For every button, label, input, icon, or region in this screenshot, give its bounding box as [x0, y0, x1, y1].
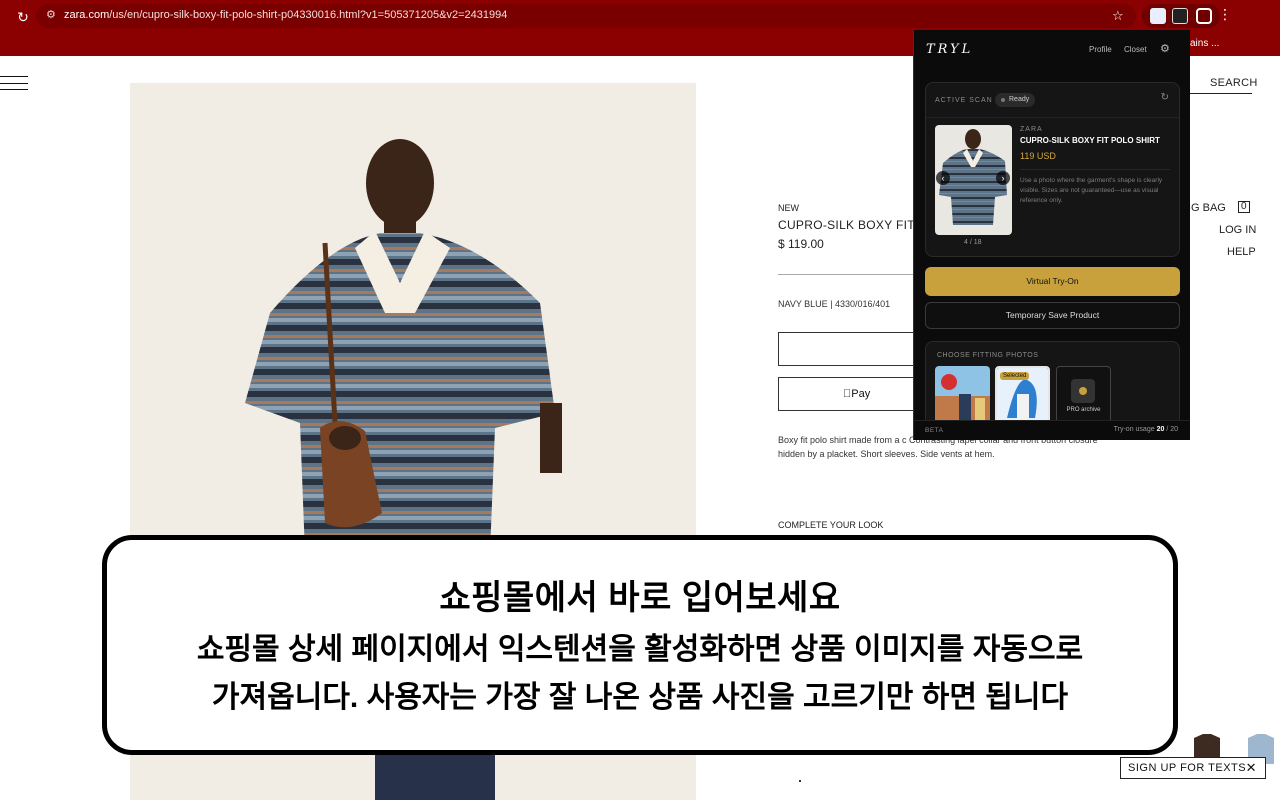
login-link[interactable]: LOG IN: [1219, 224, 1256, 236]
tryon-usage: Try-on usage 20 / 20: [1113, 426, 1178, 433]
address-bar[interactable]: ⚙ zara.com/us/en/cupro-silk-boxy-fit-pol…: [36, 4, 1136, 28]
search-link[interactable]: SEARCH: [1210, 77, 1258, 89]
bag-count-badge[interactable]: 0: [1238, 201, 1250, 213]
bookmark-star-icon[interactable]: ☆: [1112, 8, 1124, 24]
selected-badge: Selected: [1000, 372, 1030, 380]
scanned-product-title: CUPRO-SILK BOXY FIT POLO SHIRT: [1020, 136, 1160, 145]
pro-archive-label: PRO archive: [1066, 407, 1101, 413]
site-info-icon[interactable]: ⚙: [46, 8, 56, 21]
menu-hamburger-icon[interactable]: [0, 76, 28, 90]
active-scan-label: ACTIVE SCAN: [935, 97, 993, 104]
temporary-save-button[interactable]: Temporary Save Product: [925, 302, 1180, 329]
refresh-icon[interactable]: ↻: [1161, 92, 1169, 103]
image-counter: 4 / 18: [964, 239, 982, 246]
help-link[interactable]: HELP: [1227, 246, 1256, 258]
carousel-dot[interactable]: [799, 780, 801, 782]
fitting-photo-selected[interactable]: Selected: [995, 366, 1050, 426]
status-badge: Ready: [995, 93, 1036, 107]
extension-docs-icon[interactable]: [1150, 8, 1166, 24]
next-image-button[interactable]: ›: [996, 171, 1010, 185]
caption-overlay: 쇼핑몰에서 바로 입어보세요 쇼핑몰 상세 페이지에서 익스텐션을 활성화하면 …: [102, 535, 1178, 755]
color-reference: NAVY BLUE | 4330/016/401: [778, 299, 891, 309]
extensions-puzzle-icon[interactable]: [1196, 8, 1212, 24]
caption-title: 쇼핑몰에서 바로 입어보세요: [439, 579, 841, 617]
usage-note: Use a photo where the garment's shape is…: [1020, 177, 1163, 204]
divider: [1020, 169, 1170, 170]
prev-image-button[interactable]: ‹: [936, 171, 950, 185]
settings-gear-icon[interactable]: ⚙: [1160, 42, 1170, 55]
virtual-try-on-button[interactable]: Virtual Try-On: [925, 267, 1180, 296]
reload-icon[interactable]: ↻: [14, 8, 32, 26]
brand-label: ZARA: [1020, 126, 1043, 133]
new-tag: NEW: [778, 203, 799, 213]
tryl-logo: TRYL: [926, 42, 974, 57]
extensions-group: [1142, 4, 1220, 28]
caption-line-1: 쇼핑몰 상세 페이지에서 익스텐션을 활성화하면 상품 이미지를 자동으로: [196, 633, 1084, 666]
nav-profile[interactable]: Profile: [1089, 45, 1112, 54]
divider: [926, 117, 1179, 118]
beta-label: BETA: [925, 427, 944, 434]
pro-archive-tile[interactable]: PRO archive: [1056, 366, 1111, 426]
browser-menu-icon[interactable]: ⋮: [1218, 6, 1232, 23]
extension-tryl-icon[interactable]: [1172, 8, 1188, 24]
active-scan-card: ACTIVE SCAN Ready ↻ ‹ › 4 / 18 ZARA CUPR…: [925, 82, 1180, 257]
caption-body: 쇼핑몰 상세 페이지에서 익스텐션을 활성화하면 상품 이미지를 자동으로 가져…: [127, 626, 1153, 722]
tryl-footer: BETA Try-on usage 20 / 20: [914, 420, 1190, 440]
fitting-photos-heading: CHOOSE FITTING PHOTOS: [937, 352, 1039, 359]
tryl-extension-panel: TRYL Profile Closet ⚙ ACTIVE SCAN Ready …: [913, 30, 1190, 440]
scanned-product-price: 119 USD: [1020, 151, 1056, 161]
signup-texts-button[interactable]: SIGN UP FOR TEXTS ✕: [1120, 757, 1266, 779]
product-name: CUPRO-SILK BOXY FIT: [778, 218, 915, 232]
apple-logo-icon: : [843, 388, 851, 400]
url-text: zara.com/us/en/cupro-silk-boxy-fit-polo-…: [64, 9, 508, 21]
caption-line-2: 가져옵니다. 사용자는 가장 잘 나온 상품 사진을 고르기만 하면 됩니다: [211, 681, 1069, 714]
complete-look-heading: COMPLETE YOUR LOOK: [778, 520, 884, 530]
product-price: $ 119.00: [778, 237, 824, 251]
close-icon[interactable]: ✕: [1246, 758, 1257, 778]
nav-closet[interactable]: Closet: [1124, 45, 1147, 54]
bookmark-bar-item[interactable]: ains ...: [1190, 38, 1219, 49]
archive-icon: [1071, 379, 1095, 403]
fitting-photo[interactable]: [935, 366, 990, 426]
